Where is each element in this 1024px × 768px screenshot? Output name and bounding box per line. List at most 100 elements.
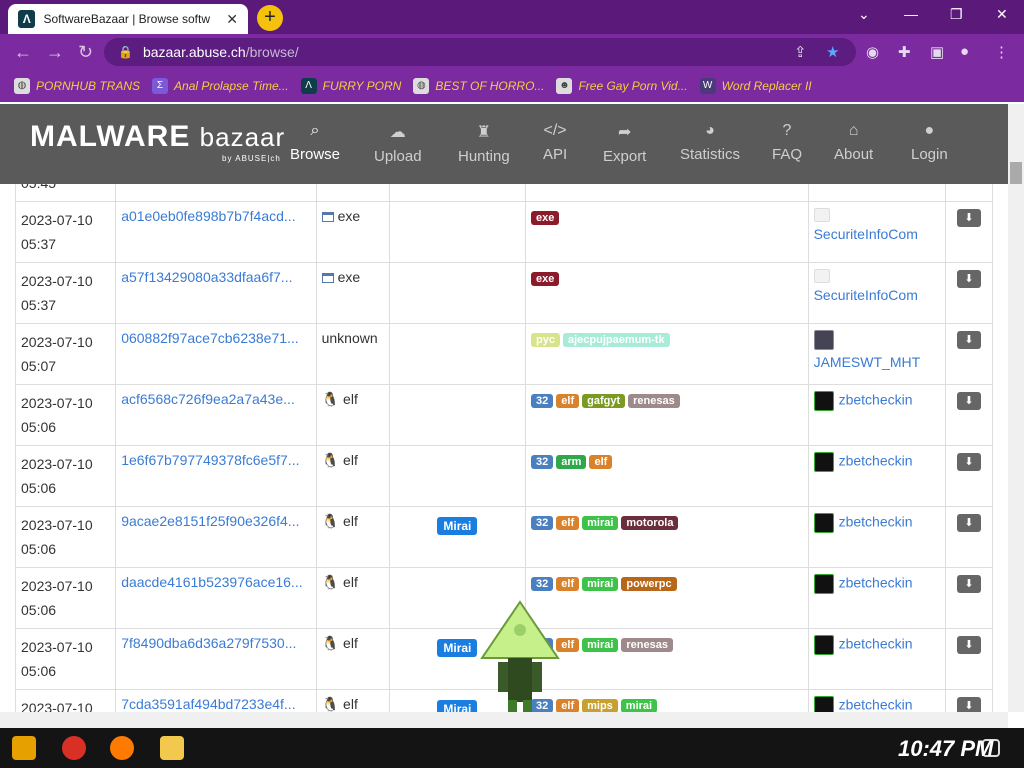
profile-icon[interactable]: ● — [960, 43, 969, 60]
tag-badge[interactable]: motorola — [621, 516, 679, 530]
horizontal-scrollbar[interactable] — [0, 712, 1008, 728]
tag-badge[interactable]: powerpc — [621, 577, 677, 591]
tag-badge[interactable]: 32 — [531, 516, 554, 530]
tag-badge[interactable]: pyc — [531, 333, 560, 347]
share-icon[interactable]: ⇪ — [794, 43, 807, 61]
download-icon[interactable]: ⬇ — [956, 331, 981, 349]
sha256-link[interactable]: 7f8490dba6d36a279f7530... — [121, 635, 296, 651]
back-icon[interactable]: ← — [14, 42, 32, 63]
sha256-link[interactable]: acf6568c726f9ea2a7a43e... — [121, 391, 295, 407]
firefox-icon[interactable] — [110, 736, 134, 760]
sha256-link[interactable]: daacde4161b523976ace16... — [121, 574, 302, 590]
tag-badge[interactable]: mirai — [582, 516, 619, 530]
reporter-link[interactable]: zbetcheckin — [839, 636, 913, 652]
site-logo[interactable]: MALWARE bazaar by ABUSE|ch — [30, 120, 285, 163]
bookmark-star-icon[interactable]: ★ — [826, 43, 839, 61]
nav-browse[interactable]: ⌕ Browse — [290, 122, 340, 163]
close-window-icon[interactable]: ✕ — [996, 6, 1008, 23]
tag-badge[interactable]: 32 — [531, 455, 554, 469]
bookmark-item[interactable]: ◍ PORNHUB TRANS — [14, 78, 140, 94]
signature-badge[interactable]: Mirai — [437, 639, 478, 657]
download-icon[interactable]: ⬇ — [956, 697, 981, 712]
filetype-text: elf — [343, 696, 358, 712]
tag-badge[interactable]: ajecpujpaemum-tk — [562, 333, 670, 347]
tag-badge[interactable]: arm — [556, 455, 587, 469]
close-tab-icon[interactable]: ✕ — [226, 11, 238, 28]
download-cell: ⬇ — [944, 201, 994, 263]
sha256-link[interactable]: 9acae2e8151f25f90e326f4... — [121, 513, 299, 529]
restore-icon[interactable]: ❐ — [950, 6, 963, 23]
taskbar-clock[interactable]: 10:47 PM — [898, 736, 993, 762]
reporter-link[interactable]: zbetcheckin — [839, 575, 913, 591]
minimize-icon[interactable]: — — [904, 6, 918, 22]
reporter-link[interactable]: zbetcheckin — [839, 453, 913, 469]
bookmark-item[interactable]: Λ FURRY PORN — [300, 78, 401, 94]
start-button-icon[interactable] — [12, 736, 36, 760]
reload-icon[interactable]: ↻ — [78, 42, 93, 63]
file-explorer-icon[interactable] — [160, 736, 184, 760]
tag-badge[interactable]: 32 — [531, 577, 554, 591]
bookmark-item[interactable]: ☻ Free Gay Porn Vid... — [556, 78, 688, 94]
hash-cell: 060882f97ace7cb6238e71... — [115, 323, 317, 385]
reporter-link[interactable]: SecuriteInfoCom — [814, 287, 918, 303]
menu-dots-icon[interactable]: ⋮ — [994, 43, 1009, 61]
side-panel-icon[interactable]: ▣ — [930, 43, 944, 61]
hash-cell — [115, 184, 317, 202]
bookmark-item[interactable]: ◍ BEST OF HORRO... — [413, 78, 544, 94]
tag-badge[interactable]: exe — [531, 272, 560, 286]
nav-api[interactable]: </> API — [543, 122, 567, 163]
reporter-link[interactable]: SecuriteInfoCom — [814, 226, 918, 242]
filetype-text: elf — [343, 391, 358, 407]
download-icon[interactable]: ⬇ — [956, 392, 981, 410]
extensions-puzzle-icon[interactable]: ✚ — [898, 43, 911, 61]
tag-badge[interactable]: gafgyt — [582, 394, 626, 408]
sha256-link[interactable]: a57f13429080a33dfaa6f7... — [121, 269, 292, 285]
nav-login[interactable]: ● Login — [911, 122, 948, 163]
download-icon[interactable]: ⬇ — [956, 514, 981, 532]
download-icon[interactable]: ⬇ — [956, 209, 981, 227]
tag-badge[interactable]: exe — [531, 211, 560, 225]
tag-badge[interactable]: 32 — [531, 394, 554, 408]
tag-badge[interactable]: mirai — [620, 699, 658, 712]
extension-avatar-icon[interactable]: ◉ — [866, 43, 879, 61]
tag-badge[interactable]: mips — [582, 699, 618, 712]
download-icon[interactable]: ⬇ — [956, 575, 981, 593]
download-icon[interactable]: ⬇ — [956, 453, 981, 471]
tag-badge[interactable]: renesas — [621, 638, 673, 652]
address-bar[interactable]: 🔒 bazaar.abuse.ch/browse/ — [104, 38, 856, 66]
download-icon[interactable]: ⬇ — [956, 636, 981, 654]
scrollbar-thumb[interactable] — [1010, 162, 1022, 184]
chrome-icon[interactable] — [62, 736, 86, 760]
nav-statistics[interactable]: ◕ Statistics — [680, 122, 740, 163]
sha256-link[interactable]: 060882f97ace7cb6238e71... — [121, 330, 299, 346]
tag-badge[interactable]: elf — [556, 516, 580, 530]
tag-badge[interactable]: mirai — [582, 638, 619, 652]
reporter-link[interactable]: zbetcheckin — [839, 697, 913, 712]
signature-badge[interactable]: Mirai — [437, 700, 478, 712]
signature-badge[interactable]: Mirai — [437, 517, 478, 535]
chevron-down-icon[interactable]: ⌄ — [858, 6, 870, 23]
tag-badge[interactable]: elf — [556, 394, 580, 408]
tag-badge[interactable]: elf — [556, 577, 580, 591]
sha256-link[interactable]: a01e0eb0fe898b7b7f4acd... — [121, 208, 295, 224]
nav-hunting[interactable]: ♜ Hunting — [458, 122, 510, 165]
reporter-link[interactable]: zbetcheckin — [839, 514, 913, 530]
download-icon[interactable]: ⬇ — [956, 270, 981, 288]
bookmark-item[interactable]: Σ Anal Prolapse Time... — [152, 78, 289, 94]
tag-badge[interactable]: renesas — [628, 394, 680, 408]
tag-badge[interactable]: mirai — [582, 577, 619, 591]
reporter-link[interactable]: zbetcheckin — [839, 392, 913, 408]
nav-export[interactable]: ➦ Export — [603, 122, 646, 165]
nav-faq[interactable]: ? FAQ — [772, 122, 802, 163]
bookmark-item[interactable]: W Word Replacer II — [699, 78, 812, 94]
sha256-link[interactable]: 7cda3591af494bd7233e4f... — [121, 696, 295, 712]
nav-about[interactable]: ⌂ About — [834, 122, 873, 163]
forward-icon[interactable]: → — [46, 42, 64, 63]
reporter-link[interactable]: JAMESWT_MHT — [814, 354, 921, 370]
tag-badge[interactable]: elf — [589, 455, 613, 469]
sha256-link[interactable]: 1e6f67b797749378fc6e5f7... — [121, 452, 299, 468]
browser-tab[interactable]: Λ SoftwareBazaar | Browse softw ✕ — [8, 4, 248, 34]
nav-upload[interactable]: ☁ Upload — [374, 122, 422, 165]
vertical-scrollbar[interactable] — [1008, 104, 1024, 712]
new-tab-button[interactable]: + — [257, 5, 283, 31]
